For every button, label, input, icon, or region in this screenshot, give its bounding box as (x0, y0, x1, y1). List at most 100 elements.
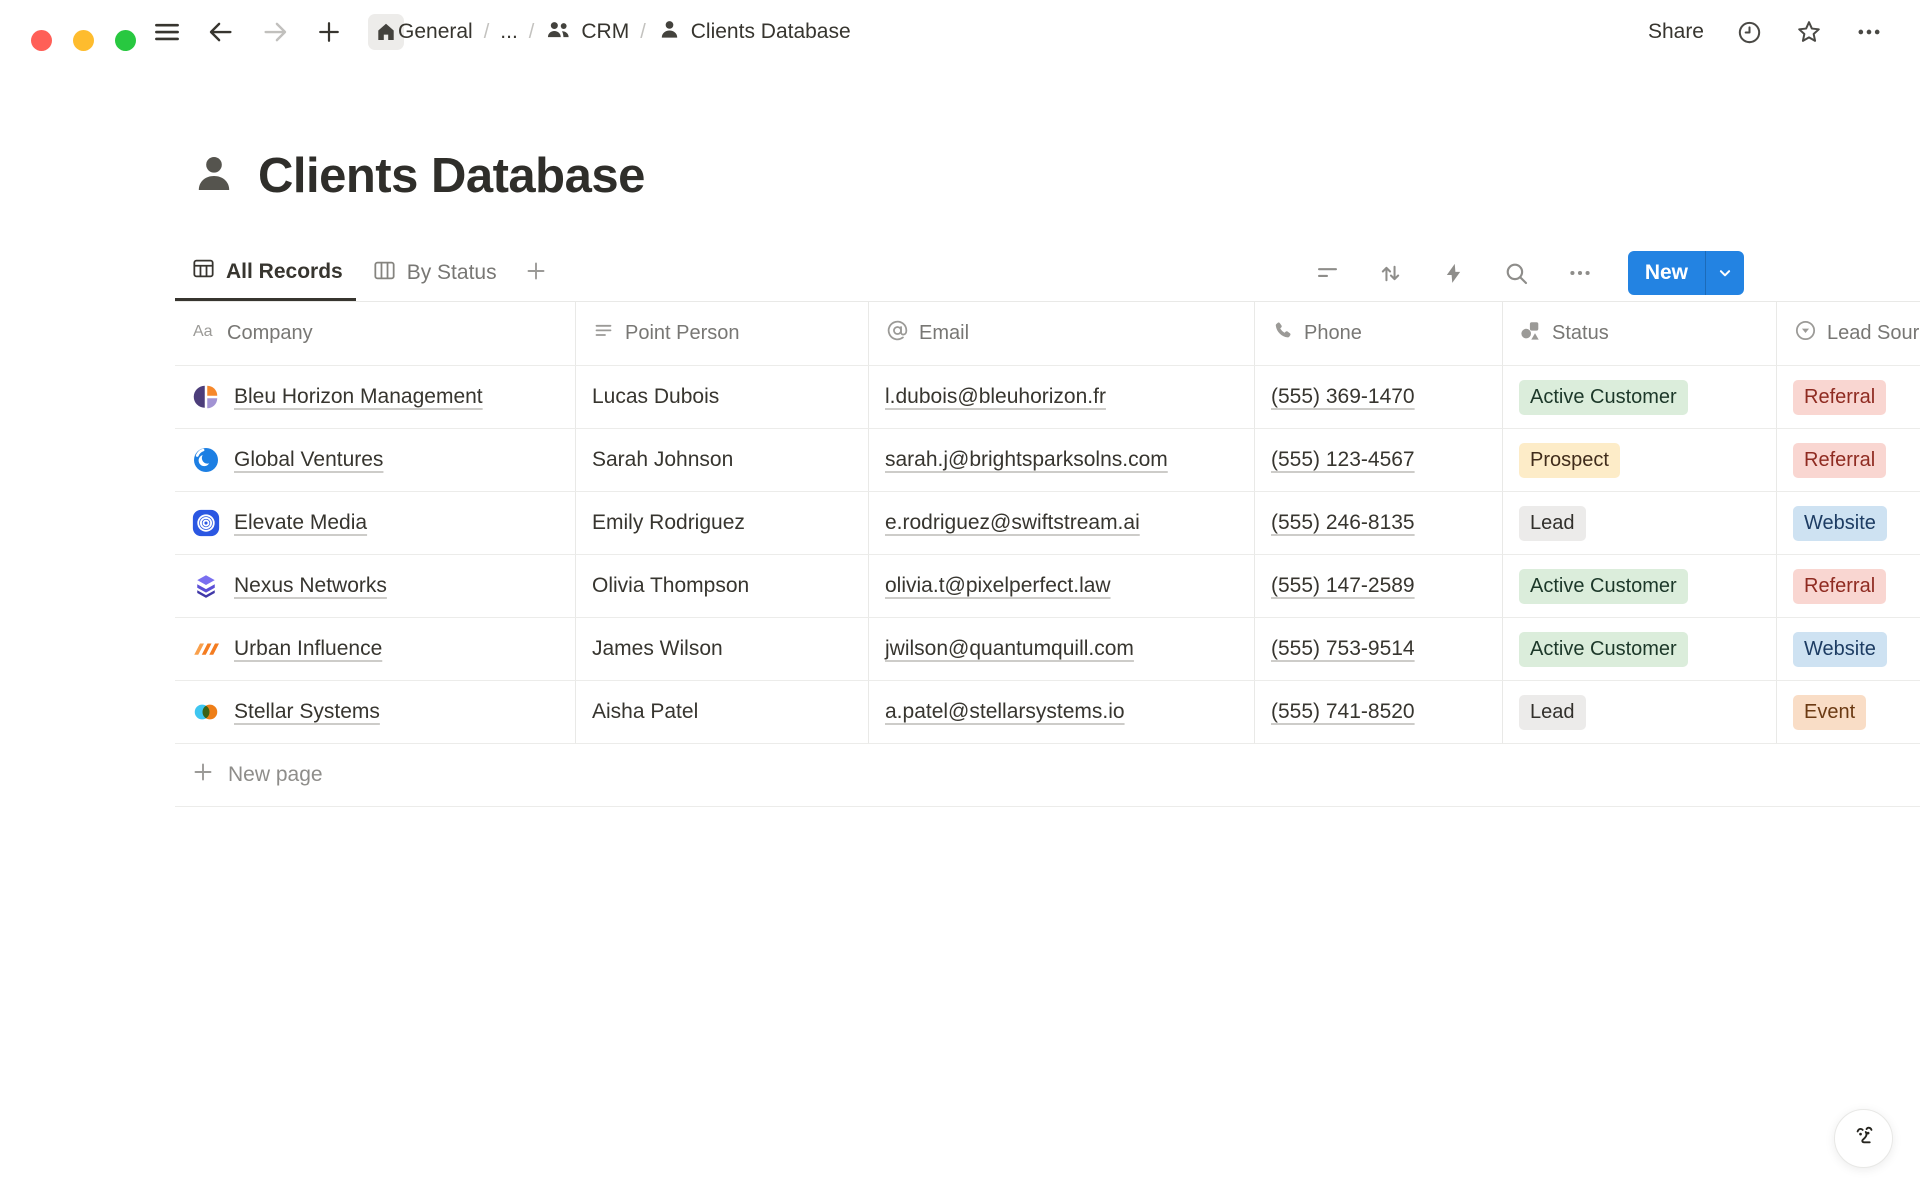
email-value[interactable]: a.patel@stellarsystems.io (885, 700, 1125, 724)
sidebar-menu-icon[interactable] (152, 17, 182, 47)
filter-icon[interactable] (1313, 258, 1343, 288)
tab-by-status[interactable]: By Status (356, 245, 510, 301)
star-icon[interactable] (1794, 17, 1824, 47)
back-icon[interactable] (206, 17, 236, 47)
column-header-company[interactable]: Aa Company (175, 302, 576, 366)
cell-company[interactable]: Elevate Media (175, 492, 576, 555)
cell-point-person[interactable]: Aisha Patel (576, 681, 869, 744)
cell-status[interactable]: Active Customer (1503, 366, 1777, 429)
cell-phone[interactable]: (555) 741-8520 (1255, 681, 1503, 744)
home-icon (371, 17, 401, 47)
sort-icon[interactable] (1376, 258, 1406, 288)
column-header-point-person[interactable]: Point Person (576, 302, 869, 366)
help-button[interactable] (1834, 1109, 1893, 1168)
cell-lead-source[interactable]: Referral (1777, 366, 1920, 429)
cell-email[interactable]: sarah.j@brightsparksolns.com (869, 429, 1255, 492)
cell-company[interactable]: Stellar Systems (175, 681, 576, 744)
cell-email[interactable]: jwilson@quantumquill.com (869, 618, 1255, 681)
new-page-row[interactable]: New page (175, 744, 1920, 807)
clock-icon[interactable] (1734, 17, 1764, 47)
phone-value[interactable]: (555) 753-9514 (1271, 637, 1415, 661)
cell-status[interactable]: Active Customer (1503, 618, 1777, 681)
phone-value[interactable]: (555) 246-8135 (1271, 511, 1415, 535)
cell-status[interactable]: Lead (1503, 492, 1777, 555)
page-title[interactable]: Clients Database (258, 148, 645, 204)
point-person-value: Olivia Thompson (592, 574, 749, 598)
cell-point-person[interactable]: Sarah Johnson (576, 429, 869, 492)
cell-company[interactable]: Urban Influence (175, 618, 576, 681)
cell-company[interactable]: Nexus Networks (175, 555, 576, 618)
cell-lead-source[interactable]: Event (1777, 681, 1920, 744)
breadcrumb-ellipsis[interactable]: ... (500, 20, 518, 44)
cell-point-person[interactable]: James Wilson (576, 618, 869, 681)
tab-all-records[interactable]: All Records (175, 245, 356, 301)
phone-value[interactable]: (555) 741-8520 (1271, 700, 1415, 724)
cell-phone[interactable]: (555) 369-1470 (1255, 366, 1503, 429)
view-bar: All Records By Status New (175, 245, 1920, 301)
email-value[interactable]: jwilson@quantumquill.com (885, 637, 1134, 661)
plus-icon (191, 760, 215, 790)
cell-phone[interactable]: (555) 123-4567 (1255, 429, 1503, 492)
email-value[interactable]: l.dubois@bleuhorizon.fr (885, 385, 1106, 409)
company-link[interactable]: Elevate Media (234, 511, 367, 535)
cell-status[interactable]: Prospect (1503, 429, 1777, 492)
column-header-status[interactable]: Status (1503, 302, 1777, 366)
company-link[interactable]: Global Ventures (234, 448, 383, 472)
cell-lead-source[interactable]: Website (1777, 618, 1920, 681)
cell-email[interactable]: l.dubois@bleuhorizon.fr (869, 366, 1255, 429)
more-options-icon[interactable] (1854, 17, 1884, 47)
phone-value[interactable]: (555) 147-2589 (1271, 574, 1415, 598)
column-header-email[interactable]: Email (869, 302, 1255, 366)
phone-value[interactable]: (555) 123-4567 (1271, 448, 1415, 472)
at-icon (885, 318, 910, 349)
cell-email[interactable]: e.rodriguez@swiftstream.ai (869, 492, 1255, 555)
cell-company[interactable]: Global Ventures (175, 429, 576, 492)
breadcrumb-separator: / (484, 21, 490, 44)
column-header-phone[interactable]: Phone (1255, 302, 1503, 366)
cell-point-person[interactable]: Olivia Thompson (576, 555, 869, 618)
add-view-button[interactable] (510, 245, 562, 301)
cell-email[interactable]: olivia.t@pixelperfect.law (869, 555, 1255, 618)
close-window-button[interactable] (31, 30, 52, 51)
new-tab-icon[interactable] (314, 17, 344, 47)
table-row: Global Ventures Sarah Johnson sarah.j@brig… (175, 429, 1920, 492)
page-icon-person[interactable] (190, 150, 238, 203)
window-controls (31, 30, 136, 51)
cell-point-person[interactable]: Emily Rodriguez (576, 492, 869, 555)
view-options-icon[interactable] (1565, 258, 1595, 288)
cell-lead-source[interactable]: Website (1777, 492, 1920, 555)
search-icon[interactable] (1502, 258, 1532, 288)
cell-status[interactable]: Active Customer (1503, 555, 1777, 618)
cell-phone[interactable]: (555) 246-8135 (1255, 492, 1503, 555)
phone-value[interactable]: (555) 369-1470 (1271, 385, 1415, 409)
share-button[interactable]: Share (1648, 20, 1704, 44)
email-value[interactable]: sarah.j@brightsparksolns.com (885, 448, 1168, 472)
minimize-window-button[interactable] (73, 30, 94, 51)
company-link[interactable]: Urban Influence (234, 637, 382, 661)
cell-point-person[interactable]: Lucas Dubois (576, 366, 869, 429)
zoom-window-button[interactable] (115, 30, 136, 51)
cell-lead-source[interactable]: Referral (1777, 429, 1920, 492)
chevron-down-icon[interactable] (1706, 251, 1744, 295)
breadcrumb-root[interactable]: General (398, 20, 473, 44)
cell-email[interactable]: a.patel@stellarsystems.io (869, 681, 1255, 744)
cell-phone[interactable]: (555) 147-2589 (1255, 555, 1503, 618)
email-value[interactable]: e.rodriguez@swiftstream.ai (885, 511, 1140, 535)
cell-company[interactable]: Bleu Horizon Management (175, 366, 576, 429)
breadcrumb-workspace[interactable]: CRM (545, 16, 629, 49)
email-value[interactable]: olivia.t@pixelperfect.law (885, 574, 1111, 598)
company-link[interactable]: Bleu Horizon Management (234, 385, 483, 409)
table-row: Nexus Networks Olivia Thompson olivia.t@pi… (175, 555, 1920, 618)
cell-status[interactable]: Lead (1503, 681, 1777, 744)
new-button-label[interactable]: New (1628, 251, 1705, 295)
layers-logo (191, 571, 221, 601)
breadcrumb-page[interactable]: Clients Database (657, 17, 851, 48)
automation-bolt-icon[interactable] (1439, 258, 1469, 288)
company-link[interactable]: Stellar Systems (234, 700, 380, 724)
column-header-lead-source[interactable]: Lead Source (1777, 302, 1920, 366)
company-link[interactable]: Nexus Networks (234, 574, 387, 598)
cell-phone[interactable]: (555) 753-9514 (1255, 618, 1503, 681)
new-record-button[interactable]: New (1628, 251, 1744, 295)
status-badge: Lead (1519, 506, 1586, 541)
cell-lead-source[interactable]: Referral (1777, 555, 1920, 618)
